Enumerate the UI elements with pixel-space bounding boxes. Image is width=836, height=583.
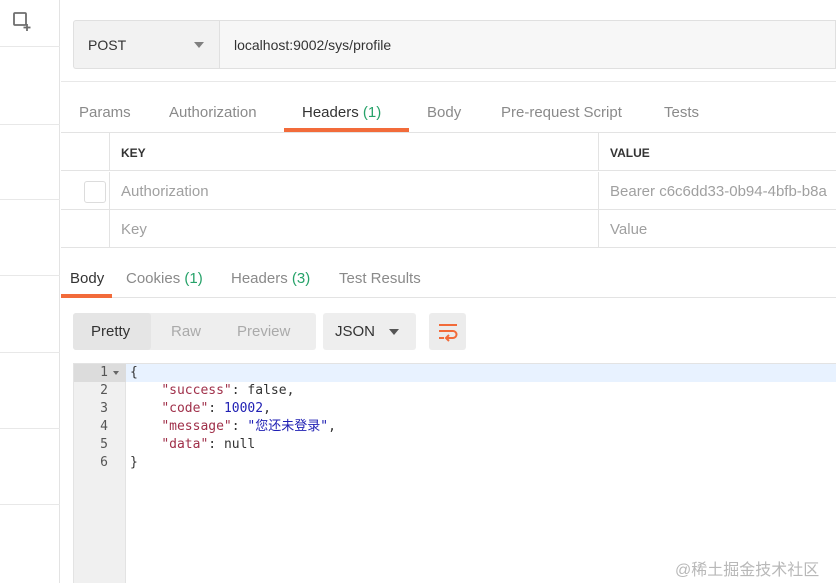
chevron-down-icon bbox=[194, 42, 204, 48]
code-token: } bbox=[130, 455, 138, 470]
format-select[interactable]: JSON bbox=[323, 313, 416, 350]
table-cell bbox=[61, 133, 110, 171]
tab-test-results[interactable]: Test Results bbox=[339, 270, 421, 287]
tab-label: Body bbox=[427, 104, 462, 121]
url-text: localhost:9002/sys/profile bbox=[234, 37, 392, 53]
url-input[interactable]: localhost:9002/sys/profile bbox=[219, 20, 836, 69]
column-header-value: VALUE bbox=[610, 146, 650, 160]
tab-response-body[interactable]: Body bbox=[70, 270, 104, 287]
tab-label: Headers bbox=[302, 104, 359, 121]
line-number: 2 bbox=[100, 383, 108, 398]
watermark: @稀土掘金技术社区 bbox=[675, 562, 820, 579]
tab-label: Authorization bbox=[169, 104, 257, 121]
tab-count: (3) bbox=[291, 270, 311, 287]
line-number: 4 bbox=[100, 419, 108, 434]
tab-count: (1) bbox=[362, 104, 382, 121]
row-checkbox[interactable] bbox=[84, 181, 106, 203]
response-body-editor[interactable]: 1 2 3 4 5 6 { "success": false, "code": … bbox=[73, 363, 836, 583]
table-cell: KEY bbox=[110, 133, 599, 171]
sidebar-divider bbox=[0, 124, 60, 125]
format-label: JSON bbox=[335, 323, 376, 340]
code-token: { bbox=[130, 365, 138, 380]
code-line: "code": 10002, bbox=[161, 401, 271, 416]
new-tab-icon[interactable] bbox=[12, 10, 34, 32]
raw-button[interactable]: Raw bbox=[171, 323, 201, 340]
code-line: "success": false, bbox=[161, 383, 295, 398]
sidebar-divider bbox=[0, 352, 60, 353]
headers-table: KEY VALUE Authorization Bearer c6c6dd33-… bbox=[61, 132, 836, 248]
sidebar-divider bbox=[0, 504, 60, 505]
tab-cookies[interactable]: Cookies (1) bbox=[126, 270, 203, 287]
preview-button[interactable]: Preview bbox=[237, 323, 290, 340]
table-header-row: KEY VALUE bbox=[61, 133, 836, 171]
tab-tests[interactable]: Tests bbox=[664, 104, 699, 121]
sidebar-divider bbox=[0, 428, 60, 429]
fold-icon[interactable] bbox=[113, 371, 119, 375]
request-tabs: Params Authorization Headers (1) Body Pr… bbox=[61, 82, 836, 132]
tab-label: Pre-request Script bbox=[501, 104, 622, 121]
json-key: "data" bbox=[161, 437, 209, 452]
new-key-field[interactable]: Key bbox=[110, 210, 599, 248]
sidebar-divider bbox=[0, 46, 60, 47]
tab-label: Cookies bbox=[126, 270, 181, 287]
tab-label: Tests bbox=[664, 104, 700, 121]
header-value-text: Bearer c6c6dd33-0b94-4bfb-b8a bbox=[610, 183, 827, 200]
table-cell: VALUE bbox=[599, 133, 836, 171]
tab-pre-request-script[interactable]: Pre-request Script bbox=[501, 104, 622, 121]
pretty-button[interactable]: Pretty bbox=[91, 323, 130, 340]
table-cell bbox=[61, 210, 110, 248]
code-line: "data": null bbox=[161, 437, 256, 452]
sidebar-divider bbox=[0, 199, 60, 200]
tab-label: Body bbox=[70, 270, 105, 287]
json-key: "message" bbox=[161, 419, 232, 434]
tab-label: Params bbox=[79, 104, 131, 121]
code-line: } bbox=[130, 454, 138, 472]
request-bar: POST localhost:9002/sys/profile bbox=[61, 0, 836, 82]
json-value: false bbox=[247, 383, 287, 398]
method-select[interactable]: POST bbox=[73, 20, 219, 69]
sidebar-divider bbox=[0, 275, 60, 276]
tab-label: Test Results bbox=[339, 270, 421, 287]
wrap-lines-button[interactable] bbox=[429, 313, 466, 350]
line-number: 6 bbox=[100, 455, 108, 470]
tab-params[interactable]: Params bbox=[79, 104, 131, 121]
json-key: "success" bbox=[161, 383, 232, 398]
key-placeholder: Key bbox=[121, 221, 147, 238]
response-tabs: Body Cookies (1) Headers (3) Test Result… bbox=[61, 248, 836, 298]
line-number: 3 bbox=[100, 401, 108, 416]
active-tab-indicator bbox=[61, 294, 112, 298]
value-placeholder: Value bbox=[610, 221, 648, 238]
column-header-key: KEY bbox=[121, 146, 146, 160]
code-line: "message": "您还未登录", bbox=[161, 419, 336, 434]
table-row: Authorization Bearer c6c6dd33-0b94-4bfb-… bbox=[61, 172, 836, 210]
header-key-field[interactable]: Authorization bbox=[110, 172, 599, 210]
chevron-down-icon bbox=[389, 329, 399, 335]
json-value: 10002 bbox=[223, 401, 264, 416]
tab-label: Headers bbox=[231, 270, 288, 287]
table-row: Key Value bbox=[61, 210, 836, 248]
tab-body[interactable]: Body bbox=[427, 104, 461, 121]
code-line: { bbox=[130, 364, 138, 382]
tab-count: (1) bbox=[184, 270, 203, 287]
view-mode-group: Pretty Raw Preview bbox=[73, 313, 316, 350]
line-number: 1 bbox=[100, 365, 108, 380]
header-value-field[interactable]: Bearer c6c6dd33-0b94-4bfb-b8a bbox=[599, 172, 836, 210]
header-key-text: Authorization bbox=[121, 183, 209, 200]
tab-headers[interactable]: Headers (1) bbox=[302, 104, 381, 121]
tab-authorization[interactable]: Authorization bbox=[169, 104, 257, 121]
new-value-field[interactable]: Value bbox=[599, 210, 836, 248]
line-number: 5 bbox=[100, 437, 108, 452]
table-cell bbox=[61, 172, 110, 210]
json-key: "code" bbox=[161, 401, 209, 416]
json-value: null bbox=[223, 437, 256, 452]
active-line-highlight bbox=[126, 364, 836, 382]
tab-response-headers[interactable]: Headers (3) bbox=[231, 270, 310, 287]
json-value: "您还未登录" bbox=[247, 419, 329, 434]
line-number-gutter: 1 2 3 4 5 6 bbox=[74, 364, 126, 583]
sidebar bbox=[0, 0, 60, 583]
method-label: POST bbox=[88, 37, 127, 53]
